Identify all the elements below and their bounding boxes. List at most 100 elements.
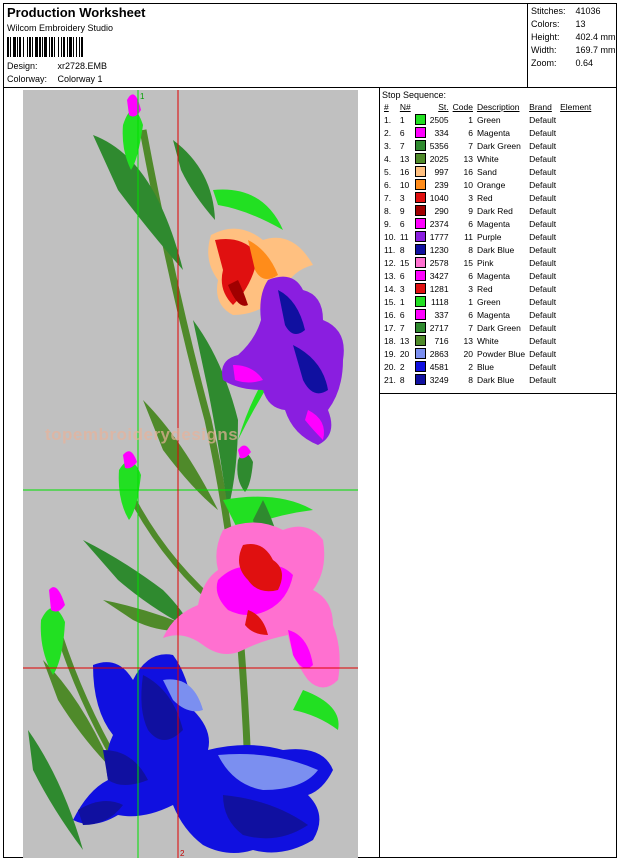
row-description: Dark Red bbox=[476, 205, 513, 216]
row-needle: 13 bbox=[399, 153, 410, 164]
color-swatch-icon bbox=[414, 114, 426, 126]
color-swatch bbox=[413, 204, 428, 217]
row-needle: 9 bbox=[399, 205, 405, 216]
row-index: 12. bbox=[384, 257, 396, 268]
row-brand: Default bbox=[529, 244, 557, 255]
color-swatch bbox=[413, 334, 428, 347]
row-description: Dark Blue bbox=[476, 244, 515, 255]
row-brand: Default bbox=[529, 231, 557, 242]
stat-value: 402.4 mm bbox=[575, 32, 616, 42]
row-index: 13. bbox=[384, 270, 396, 281]
guide-label-bottom: 2 bbox=[180, 849, 185, 858]
table-row: 16. 6 337 6 Magenta Default bbox=[382, 308, 593, 321]
table-row: 7. 3 1040 3 Red Default bbox=[382, 191, 593, 204]
row-description: Dark Green bbox=[476, 140, 521, 151]
page-title: Production Worksheet bbox=[7, 5, 146, 20]
row-brand: Default bbox=[529, 179, 557, 190]
row-code: 3 bbox=[468, 192, 473, 203]
row-code: 10 bbox=[463, 179, 473, 190]
col-element: Element bbox=[560, 102, 592, 112]
row-element bbox=[558, 308, 593, 321]
row-element bbox=[558, 269, 593, 282]
row-brand: Default bbox=[529, 218, 557, 229]
colorway-value: Colorway 1 bbox=[57, 74, 103, 84]
row-stitches: 290 bbox=[434, 205, 449, 216]
stat-label: Height: bbox=[531, 32, 560, 42]
row-element bbox=[558, 113, 593, 126]
row-code: 15 bbox=[463, 257, 473, 268]
row-element bbox=[558, 334, 593, 347]
stat-value: 169.7 mm bbox=[575, 45, 616, 55]
table-row: 1. 1 2505 1 Green Default bbox=[382, 113, 593, 126]
row-needle: 8 bbox=[399, 374, 405, 385]
col-code: Code bbox=[452, 102, 473, 112]
row-element bbox=[558, 126, 593, 139]
color-swatch bbox=[413, 256, 428, 269]
stat-zoom: Zoom: 0.64 bbox=[531, 58, 593, 68]
row-index: 15. bbox=[384, 296, 396, 307]
table-row: 3. 7 5356 7 Dark Green Default bbox=[382, 139, 593, 152]
table-row: 4. 13 2025 13 White Default bbox=[382, 152, 593, 165]
color-swatch-icon bbox=[414, 270, 426, 282]
stat-label: Stitches: bbox=[531, 6, 566, 16]
color-swatch-icon bbox=[414, 179, 426, 191]
row-code: 13 bbox=[463, 335, 473, 346]
row-index: 8. bbox=[384, 205, 392, 216]
row-code: 11 bbox=[464, 231, 473, 242]
row-element bbox=[558, 243, 593, 256]
row-element bbox=[558, 178, 593, 191]
row-needle: 11 bbox=[399, 231, 409, 242]
color-swatch bbox=[413, 178, 428, 191]
row-description: White bbox=[476, 153, 499, 164]
row-code: 3 bbox=[468, 283, 473, 294]
row-index: 2. bbox=[384, 127, 392, 138]
table-row: 18. 13 716 13 White Default bbox=[382, 334, 593, 347]
barcode bbox=[7, 37, 83, 57]
col-description: Description bbox=[476, 102, 520, 112]
color-swatch-icon bbox=[414, 361, 426, 373]
row-stitches: 1118 bbox=[430, 296, 449, 307]
row-index: 4. bbox=[384, 153, 392, 164]
table-row: 11. 8 1230 8 Dark Blue Default bbox=[382, 243, 593, 256]
row-code: 1 bbox=[468, 296, 473, 307]
row-description: Green bbox=[476, 296, 501, 307]
row-stitches: 1230 bbox=[429, 244, 449, 255]
table-row: 5. 16 997 16 Sand Default bbox=[382, 165, 593, 178]
color-swatch bbox=[413, 217, 428, 230]
table-row: 20. 2 4581 2 Blue Default bbox=[382, 360, 593, 373]
row-brand: Default bbox=[529, 283, 557, 294]
row-brand: Default bbox=[529, 335, 557, 346]
row-brand: Default bbox=[529, 140, 557, 151]
row-element bbox=[558, 360, 593, 373]
row-description: Sand bbox=[476, 166, 497, 177]
row-stitches: 716 bbox=[434, 335, 449, 346]
row-description: Magenta bbox=[476, 309, 511, 320]
stop-sequence-title: Stop Sequence: bbox=[382, 90, 447, 100]
row-element bbox=[558, 139, 593, 152]
row-needle: 3 bbox=[399, 192, 405, 203]
embroidery-design-preview: 1 2 topembroiderydesigns bbox=[23, 90, 358, 858]
row-brand: Default bbox=[529, 127, 557, 138]
stat-value: 13 bbox=[575, 19, 586, 29]
row-index: 5. bbox=[384, 166, 392, 177]
row-description: Green bbox=[476, 114, 501, 125]
row-needle: 8 bbox=[399, 244, 405, 255]
row-stitches: 334 bbox=[434, 127, 449, 138]
color-swatch-icon bbox=[414, 348, 426, 360]
table-row: 13. 6 3427 6 Magenta Default bbox=[382, 269, 593, 282]
worksheet: Production Worksheet Wilcom Embroidery S… bbox=[3, 3, 617, 858]
row-stitches: 997 bbox=[434, 166, 449, 177]
row-code: 8 bbox=[468, 374, 473, 385]
row-code: 6 bbox=[468, 218, 473, 229]
row-element bbox=[558, 321, 593, 334]
row-element bbox=[558, 217, 593, 230]
color-swatch bbox=[413, 373, 428, 386]
col-index: # bbox=[384, 102, 389, 112]
row-stitches: 2025 bbox=[429, 153, 449, 164]
row-brand: Default bbox=[529, 192, 557, 203]
row-index: 16. bbox=[384, 309, 396, 320]
row-description: Magenta bbox=[476, 218, 511, 229]
colorway-row: Colorway: Colorway 1 bbox=[7, 74, 103, 84]
color-swatch bbox=[413, 165, 428, 178]
stop-sequence-panel: Stop Sequence: # N# St. Code Description… bbox=[380, 88, 616, 394]
